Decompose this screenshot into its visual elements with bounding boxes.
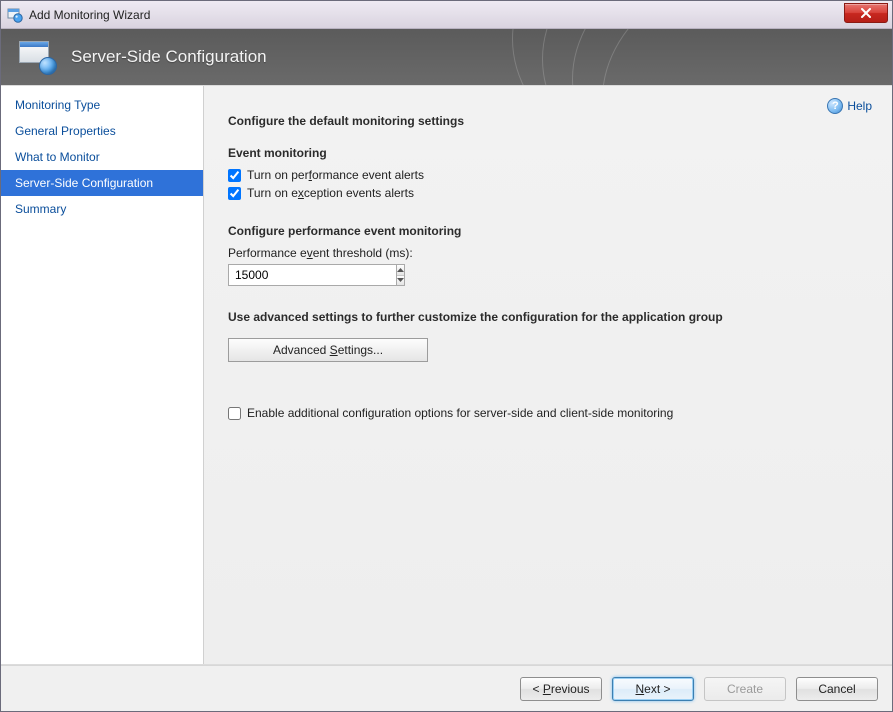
threshold-increment[interactable] <box>397 265 404 276</box>
threshold-decrement[interactable] <box>397 276 404 286</box>
perf-alerts-label: Turn on performance event alerts <box>247 168 424 182</box>
perf-alerts-row[interactable]: Turn on performance event alerts <box>228 168 868 182</box>
wizard-window: Add Monitoring Wizard Server-Side Config… <box>0 0 893 712</box>
create-button: Create <box>704 677 786 701</box>
banner-icon <box>19 41 55 73</box>
close-button[interactable] <box>844 3 888 23</box>
titlebar: Add Monitoring Wizard <box>1 1 892 29</box>
sidebar-item-what-to-monitor[interactable]: What to Monitor <box>1 144 203 170</box>
enable-additional-checkbox[interactable] <box>228 407 241 420</box>
banner-decoration <box>512 29 892 85</box>
banner-title: Server-Side Configuration <box>71 47 267 67</box>
advanced-heading: Use advanced settings to further customi… <box>228 310 868 324</box>
help-icon: ? <box>827 98 843 114</box>
enable-additional-label: Enable additional configuration options … <box>247 406 673 420</box>
next-button[interactable]: Next > <box>612 677 694 701</box>
threshold-input[interactable] <box>228 264 396 286</box>
content-pane: ? Help Configure the default monitoring … <box>204 86 892 664</box>
sidebar: Monitoring Type General Properties What … <box>1 86 204 664</box>
help-link[interactable]: ? Help <box>827 98 872 114</box>
sidebar-item-general-properties[interactable]: General Properties <box>1 118 203 144</box>
enable-additional-row[interactable]: Enable additional configuration options … <box>228 406 868 420</box>
exception-alerts-label: Turn on exception events alerts <box>247 186 414 200</box>
window-title: Add Monitoring Wizard <box>29 8 150 22</box>
footer: < Previous Next > Create Cancel <box>1 665 892 711</box>
threshold-spinner <box>228 264 400 286</box>
perf-alerts-checkbox[interactable] <box>228 169 241 182</box>
event-monitoring-heading: Event monitoring <box>228 146 868 160</box>
exception-alerts-checkbox[interactable] <box>228 187 241 200</box>
previous-button[interactable]: < Previous <box>520 677 602 701</box>
advanced-settings-button[interactable]: Advanced Settings... <box>228 338 428 362</box>
sidebar-item-server-side-configuration[interactable]: Server-Side Configuration <box>1 170 203 196</box>
perf-config-heading: Configure performance event monitoring <box>228 224 868 238</box>
body-area: Monitoring Type General Properties What … <box>1 85 892 665</box>
window-icon <box>7 7 23 23</box>
threshold-spinner-buttons <box>396 264 405 286</box>
sidebar-item-monitoring-type[interactable]: Monitoring Type <box>1 92 203 118</box>
help-label: Help <box>847 99 872 113</box>
exception-alerts-row[interactable]: Turn on exception events alerts <box>228 186 868 200</box>
banner: Server-Side Configuration <box>1 29 892 85</box>
cancel-button[interactable]: Cancel <box>796 677 878 701</box>
threshold-label: Performance event threshold (ms): <box>228 246 868 260</box>
sidebar-item-summary[interactable]: Summary <box>1 196 203 222</box>
page-heading: Configure the default monitoring setting… <box>228 114 868 128</box>
